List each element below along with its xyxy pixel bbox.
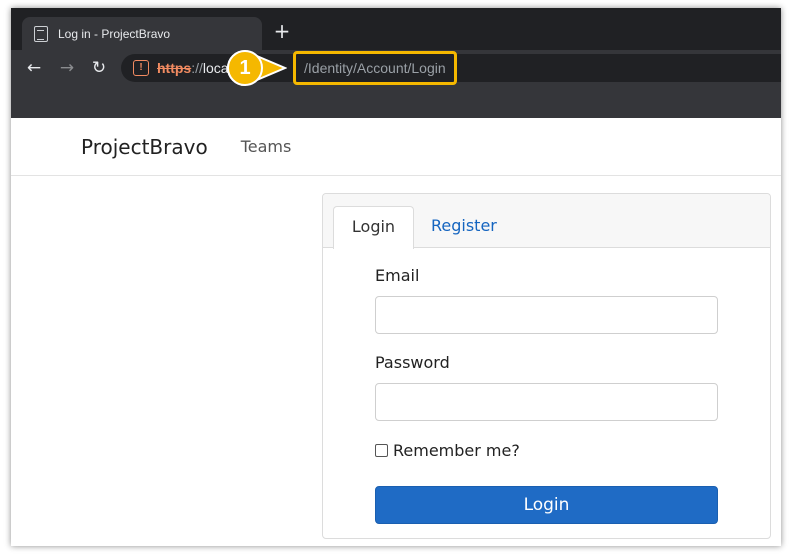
new-tab-button[interactable]: + [273, 21, 291, 41]
browser-tab[interactable]: Log in - ProjectBravo [22, 17, 262, 50]
tab-strip: Log in - ProjectBravo + [11, 8, 781, 50]
page-favicon-icon [34, 25, 48, 42]
site-navbar: ProjectBravo Teams [11, 118, 781, 176]
url-path-highlight: /Identity/Account/Login [293, 51, 457, 85]
tab-register[interactable]: Register [431, 206, 497, 248]
nav-link-teams[interactable]: Teams [241, 137, 292, 156]
email-field[interactable] [375, 296, 718, 334]
url-path: /Identity/Account/Login [304, 60, 446, 76]
email-label: Email [375, 266, 420, 285]
tab-login[interactable]: Login [333, 206, 414, 249]
login-button[interactable]: Login [375, 486, 718, 524]
url-separator: :// [191, 60, 203, 76]
browser-toolbar: ← → ↻ ! https :// loca /Identity/Account… [11, 50, 781, 86]
url-scheme: https [157, 60, 192, 76]
site-brand[interactable]: ProjectBravo [81, 135, 208, 159]
login-card: Login Register Email Password Remember m… [322, 193, 771, 539]
password-field[interactable] [375, 383, 718, 421]
page-content: ProjectBravo Teams Login Register Email … [11, 118, 781, 546]
reload-icon[interactable]: ↻ [87, 57, 111, 79]
remember-me-label[interactable]: Remember me? [393, 441, 520, 460]
browser-window: Log in - ProjectBravo + ← → ↻ ! https :/… [11, 8, 781, 546]
back-arrow-icon[interactable]: ← [22, 57, 46, 79]
bookmarks-bar [11, 86, 781, 118]
remember-me-checkbox[interactable] [375, 443, 388, 457]
callout-number: 1 [239, 57, 251, 79]
card-header: Login Register [323, 194, 770, 249]
tab-title: Log in - ProjectBravo [58, 26, 171, 41]
address-bar[interactable]: ! https :// loca /Identity/Account/Login [121, 51, 781, 85]
password-label: Password [375, 353, 450, 372]
not-secure-icon[interactable]: ! [133, 60, 149, 76]
url-host: loca [202, 60, 229, 76]
forward-arrow-icon[interactable]: → [55, 57, 79, 79]
remember-me-row: Remember me? [375, 439, 718, 461]
login-form: Email Password Remember me? Login [375, 264, 718, 524]
